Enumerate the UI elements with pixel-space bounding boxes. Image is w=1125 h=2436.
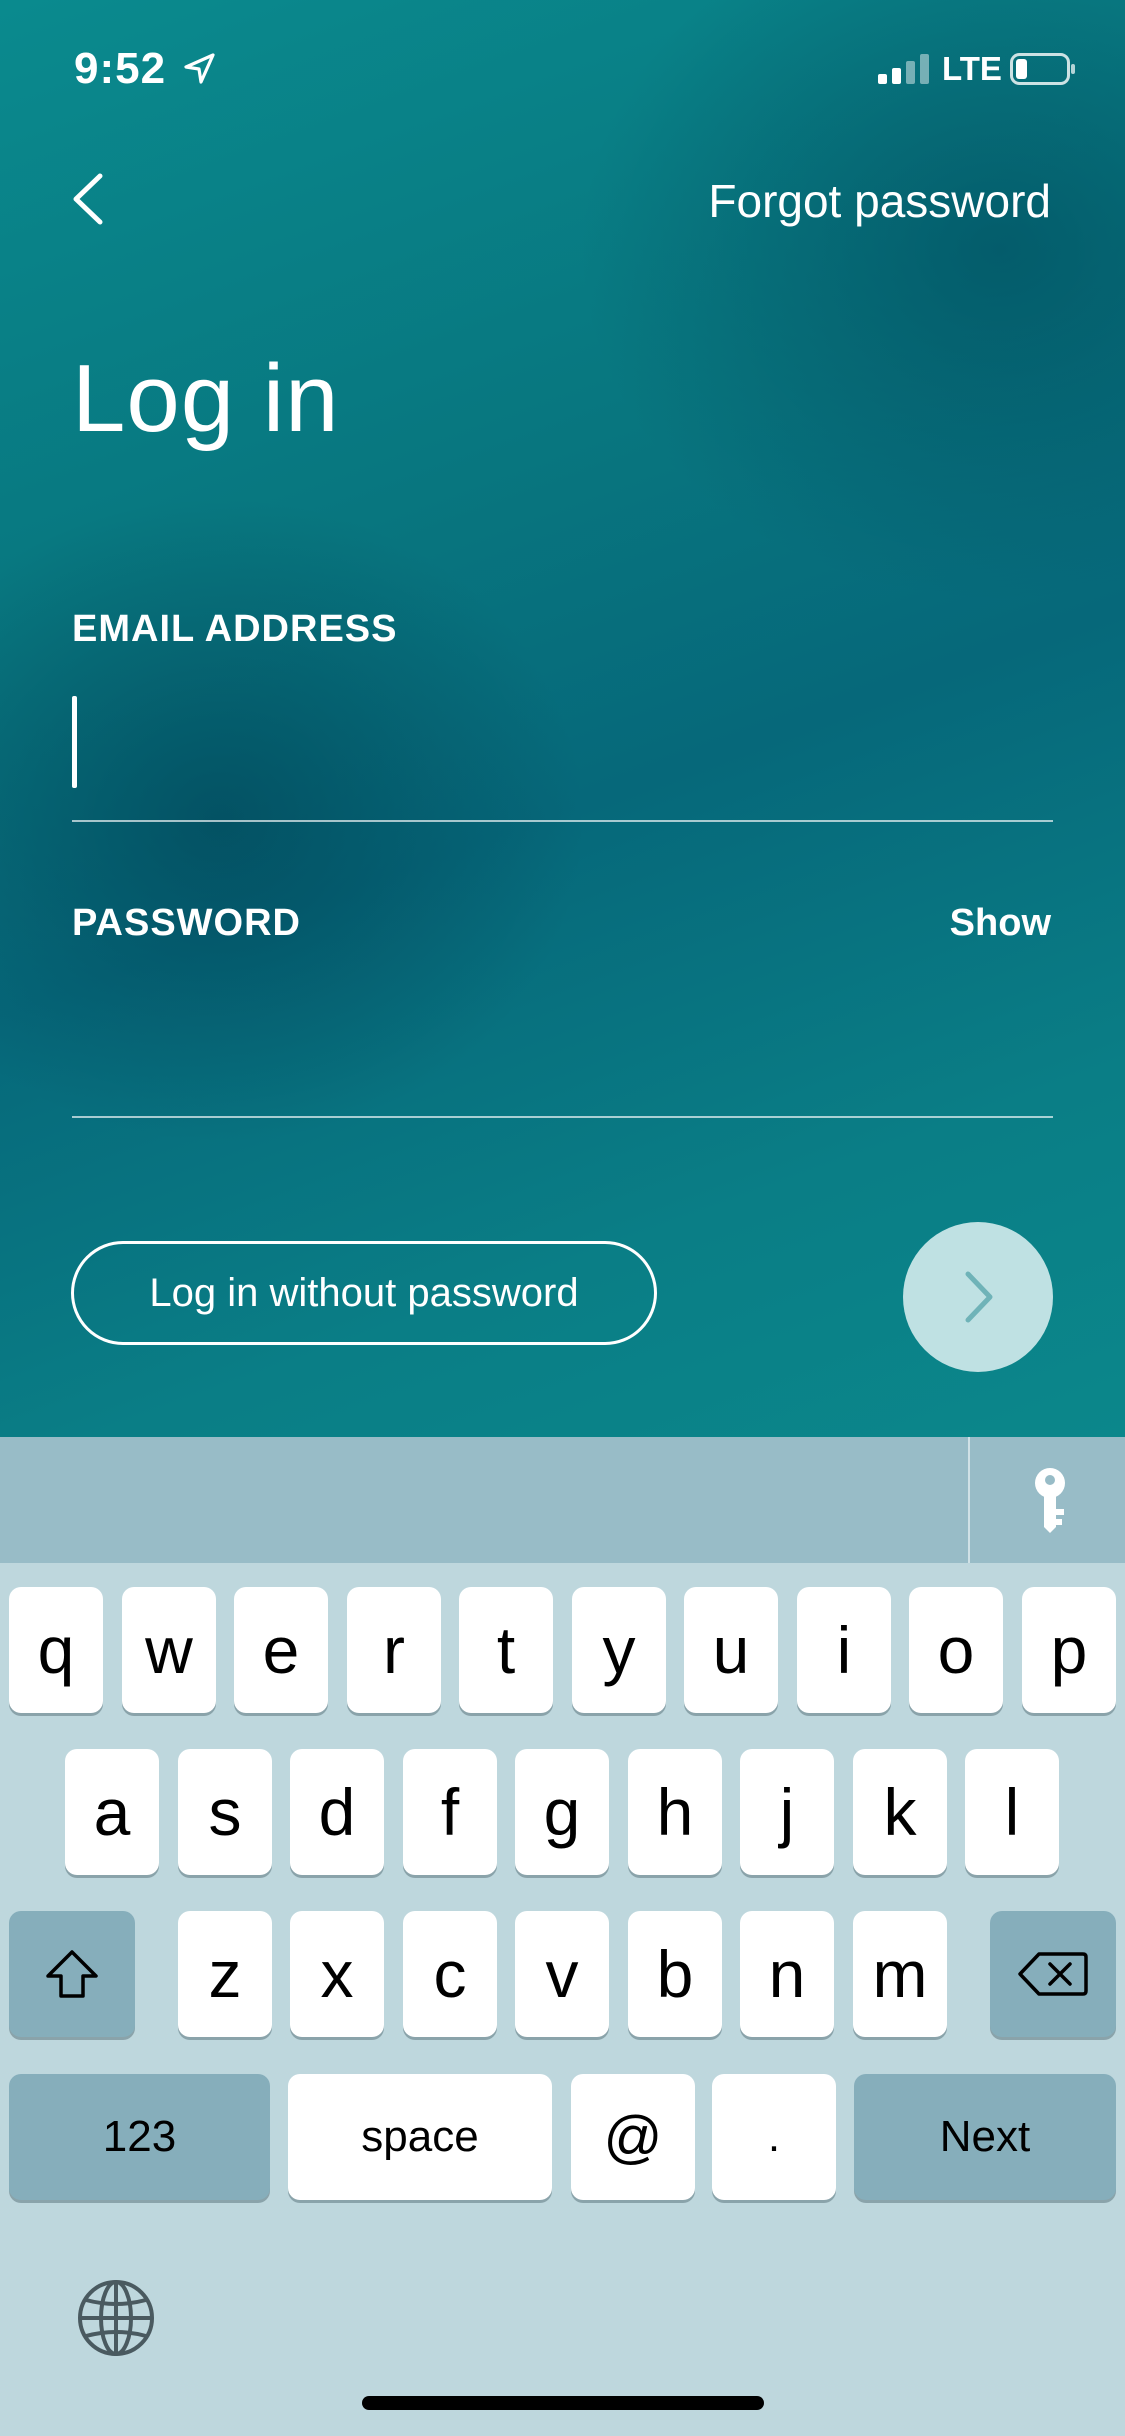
globe-icon[interactable] (76, 2278, 156, 2358)
password-field[interactable] (72, 970, 1053, 1118)
page-title: Log in (72, 345, 340, 452)
login-screen: 9:52 LTE Forgot password Log in EMAIL AD… (0, 0, 1125, 1437)
status-time: 9:52 (74, 44, 167, 93)
key-icon[interactable] (1030, 1467, 1070, 1533)
login-without-password-label: Log in without password (149, 1270, 579, 1315)
key-r[interactable]: r (347, 1587, 441, 1713)
key-i[interactable]: i (797, 1587, 891, 1713)
shift-key[interactable] (9, 1911, 135, 2037)
shift-icon (46, 1950, 98, 1998)
key-k[interactable]: k (853, 1749, 947, 1875)
chevron-right-icon (965, 1271, 993, 1323)
back-chevron-icon[interactable] (64, 164, 114, 234)
key-j[interactable]: j (740, 1749, 834, 1875)
backspace-key[interactable] (990, 1911, 1116, 2037)
key-e[interactable]: e (234, 1587, 328, 1713)
text-caret (72, 696, 77, 788)
keyboard-toolbar (0, 1437, 1125, 1563)
key-b[interactable]: b (628, 1911, 722, 2037)
key-n[interactable]: n (740, 1911, 834, 2037)
email-label: EMAIL ADDRESS (72, 608, 398, 650)
key-w[interactable]: w (122, 1587, 216, 1713)
key-s[interactable]: s (178, 1749, 272, 1875)
keyboard: q w e r t y u i o p a s d f g h j k l z … (0, 1563, 1125, 2436)
battery-icon (1010, 53, 1075, 85)
key-t[interactable]: t (459, 1587, 553, 1713)
key-l[interactable]: l (965, 1749, 1059, 1875)
location-arrow-icon (184, 53, 215, 84)
key-u[interactable]: u (684, 1587, 778, 1713)
key-q[interactable]: q (9, 1587, 103, 1713)
password-label: PASSWORD (72, 902, 301, 944)
home-indicator (362, 2396, 764, 2410)
key-v[interactable]: v (515, 1911, 609, 2037)
email-field[interactable] (72, 680, 1053, 822)
next-key[interactable]: Next (854, 2074, 1116, 2200)
key-z[interactable]: z (178, 1911, 272, 2037)
key-h[interactable]: h (628, 1749, 722, 1875)
status-bar: 9:52 LTE (0, 0, 1125, 140)
key-p[interactable]: p (1022, 1587, 1116, 1713)
forgot-password-link[interactable]: Forgot password (708, 174, 1051, 228)
key-x[interactable]: x (290, 1911, 384, 2037)
at-key[interactable]: @ (571, 2074, 695, 2200)
numbers-key[interactable]: 123 (9, 2074, 270, 2200)
signal-icon (878, 54, 929, 84)
backspace-icon (1018, 1952, 1088, 1996)
login-without-password-button[interactable]: Log in without password (71, 1241, 657, 1345)
toolbar-divider (968, 1437, 970, 1563)
key-c[interactable]: c (403, 1911, 497, 2037)
key-g[interactable]: g (515, 1749, 609, 1875)
key-a[interactable]: a (65, 1749, 159, 1875)
key-m[interactable]: m (853, 1911, 947, 2037)
key-f[interactable]: f (403, 1749, 497, 1875)
network-type: LTE (942, 50, 1002, 87)
key-o[interactable]: o (909, 1587, 1003, 1713)
dot-key[interactable]: . (712, 2074, 836, 2200)
key-y[interactable]: y (572, 1587, 666, 1713)
show-password-toggle[interactable]: Show (950, 902, 1051, 945)
submit-button[interactable] (903, 1222, 1053, 1372)
space-key[interactable]: space (288, 2074, 552, 2200)
key-d[interactable]: d (290, 1749, 384, 1875)
